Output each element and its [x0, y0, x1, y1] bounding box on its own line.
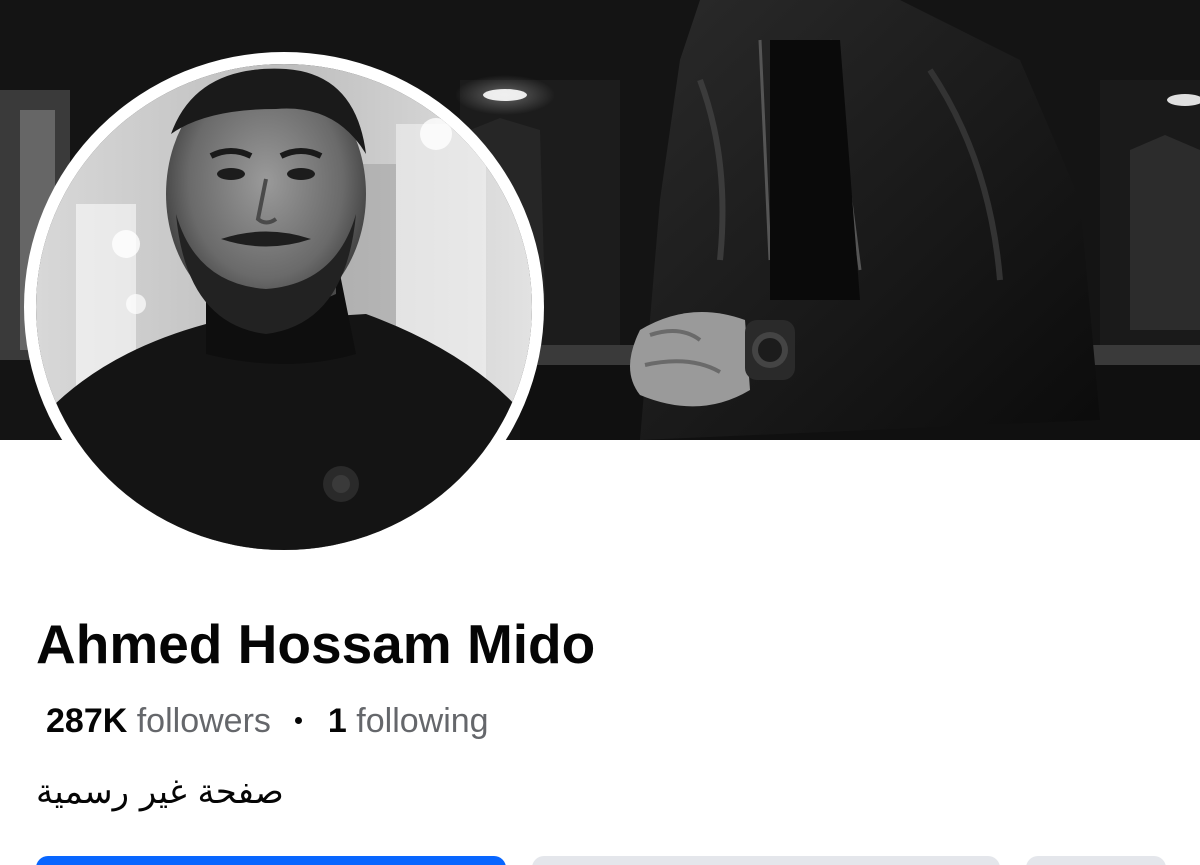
following-link[interactable]: 1 following: [328, 702, 489, 740]
followers-label: followers: [136, 702, 271, 740]
separator-dot: [294, 716, 302, 724]
following-label: following: [356, 702, 489, 740]
profile-page: Ahmed Hossam Mido 287K followers 1 follow…: [0, 0, 1200, 865]
primary-action-button[interactable]: [36, 856, 506, 865]
profile-bio: صفحة غير رسمية: [36, 772, 284, 812]
followers-link[interactable]: 287K followers: [46, 702, 271, 740]
profile-stats: 287K followers 1 following: [46, 702, 489, 741]
more-options-button[interactable]: [1026, 856, 1166, 865]
following-count: 1: [327, 702, 347, 740]
secondary-action-button[interactable]: [532, 856, 1000, 865]
profile-picture[interactable]: [24, 52, 544, 562]
followers-count: 287K: [46, 702, 128, 740]
profile-name: Ahmed Hossam Mido: [36, 613, 596, 675]
profile-picture-image: [36, 64, 532, 550]
